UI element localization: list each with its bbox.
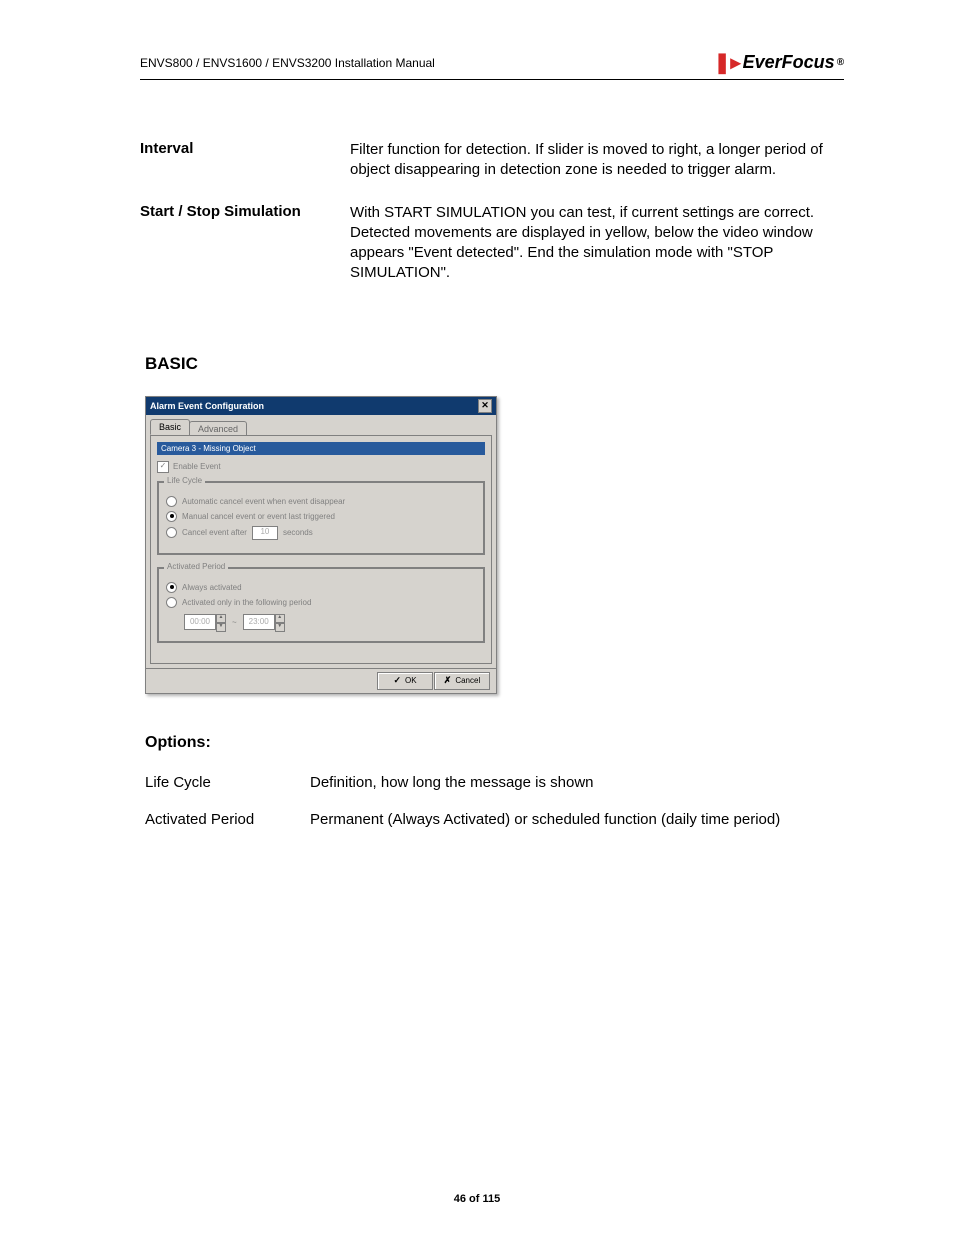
activated-always-row[interactable]: Always activated (166, 582, 476, 593)
radio-always-label: Always activated (182, 583, 242, 592)
radio-manual[interactable] (166, 511, 177, 522)
options-table: Life Cycle Definition, how long the mess… (145, 774, 844, 828)
radio-manual-label: Manual cancel event or event last trigge… (182, 512, 335, 521)
option-desc-activated: Permanent (Always Activated) or schedule… (310, 811, 844, 828)
check-icon: ✓ (393, 675, 401, 686)
activated-only-row[interactable]: Activated only in the following period (166, 597, 476, 608)
radio-always[interactable] (166, 582, 177, 593)
dialog-buttons: ✓ OK ✗ Cancel (146, 668, 496, 693)
enable-event-row[interactable]: ✓ Enable Event (157, 461, 485, 473)
camera-label: Camera 3 - Missing Object (157, 442, 485, 455)
options-heading: Options: (145, 734, 844, 752)
radio-cancel-after-post: seconds (283, 528, 313, 537)
option-desc-lifecycle: Definition, how long the message is show… (310, 774, 844, 791)
def-term-simulation: Start / Stop Simulation (140, 203, 350, 284)
spin-down-icon[interactable]: ▼ (216, 623, 226, 632)
enable-event-label: Enable Event (173, 462, 221, 471)
radio-automatic-label: Automatic cancel event when event disapp… (182, 497, 345, 506)
enable-event-checkbox[interactable]: ✓ (157, 461, 169, 473)
alarm-event-dialog: Alarm Event Configuration ✕ Basic Advanc… (145, 396, 497, 694)
time-separator: ~ (230, 618, 239, 627)
spin-up-icon[interactable]: ▲ (275, 614, 285, 623)
def-term-interval: Interval (140, 140, 350, 181)
tab-advanced[interactable]: Advanced (189, 421, 247, 435)
page-footer: 46 of 115 (0, 1193, 954, 1205)
radio-automatic[interactable] (166, 496, 177, 507)
cancel-after-input[interactable]: 10 (252, 526, 278, 540)
tab-basic[interactable]: Basic (150, 419, 190, 435)
tab-panel-basic: Camera 3 - Missing Object ✓ Enable Event… (150, 435, 492, 664)
time-from-input[interactable]: 00:00 ▲▼ (184, 614, 226, 632)
dialog-title: Alarm Event Configuration (150, 401, 264, 411)
brand-glyph-icon: ❚▸ (714, 50, 741, 75)
spin-up-icon[interactable]: ▲ (216, 614, 226, 623)
radio-cancel-after-pre: Cancel event after (182, 528, 247, 537)
activated-period-legend: Activated Period (164, 562, 228, 571)
brand-logo: ❚▸ EverFocus ® (714, 50, 844, 75)
def-desc-interval: Filter function for detection. If slider… (350, 140, 844, 181)
ok-label: OK (405, 676, 417, 685)
life-cycle-cancel-after-row[interactable]: Cancel event after 10 seconds (166, 526, 476, 540)
option-term-activated: Activated Period (145, 811, 310, 828)
life-cycle-manual-row[interactable]: Manual cancel event or event last trigge… (166, 511, 476, 522)
def-desc-simulation: With START SIMULATION you can test, if c… (350, 203, 844, 284)
radio-cancel-after[interactable] (166, 527, 177, 538)
activated-period-group: Activated Period Always activated Activa… (157, 567, 485, 643)
time-range-row: 00:00 ▲▼ ~ 23:00 ▲▼ (184, 614, 476, 632)
definitions-table: Interval Filter function for detection. … (140, 140, 844, 284)
ok-button[interactable]: ✓ OK (377, 672, 433, 690)
x-icon: ✗ (444, 675, 452, 686)
close-icon[interactable]: ✕ (478, 399, 492, 413)
time-from-value[interactable]: 00:00 (184, 614, 216, 630)
time-to-input[interactable]: 23:00 ▲▼ (243, 614, 285, 632)
option-term-lifecycle: Life Cycle (145, 774, 310, 791)
life-cycle-group: Life Cycle Automatic cancel event when e… (157, 481, 485, 555)
cancel-label: Cancel (455, 676, 480, 685)
manual-title: ENVS800 / ENVS1600 / ENVS3200 Installati… (140, 56, 435, 70)
radio-only-following-label: Activated only in the following period (182, 598, 311, 607)
tabs-row: Basic Advanced (146, 415, 496, 435)
brand-name: EverFocus (743, 52, 835, 73)
brand-mark: ® (837, 57, 844, 68)
dialog-titlebar[interactable]: Alarm Event Configuration ✕ (146, 397, 496, 415)
cancel-button[interactable]: ✗ Cancel (434, 672, 490, 690)
life-cycle-legend: Life Cycle (164, 476, 205, 485)
life-cycle-automatic-row[interactable]: Automatic cancel event when event disapp… (166, 496, 476, 507)
time-to-value[interactable]: 23:00 (243, 614, 275, 630)
radio-only-following[interactable] (166, 597, 177, 608)
page-header: ENVS800 / ENVS1600 / ENVS3200 Installati… (140, 50, 844, 80)
spin-down-icon[interactable]: ▼ (275, 623, 285, 632)
section-heading-basic: BASIC (145, 354, 844, 374)
